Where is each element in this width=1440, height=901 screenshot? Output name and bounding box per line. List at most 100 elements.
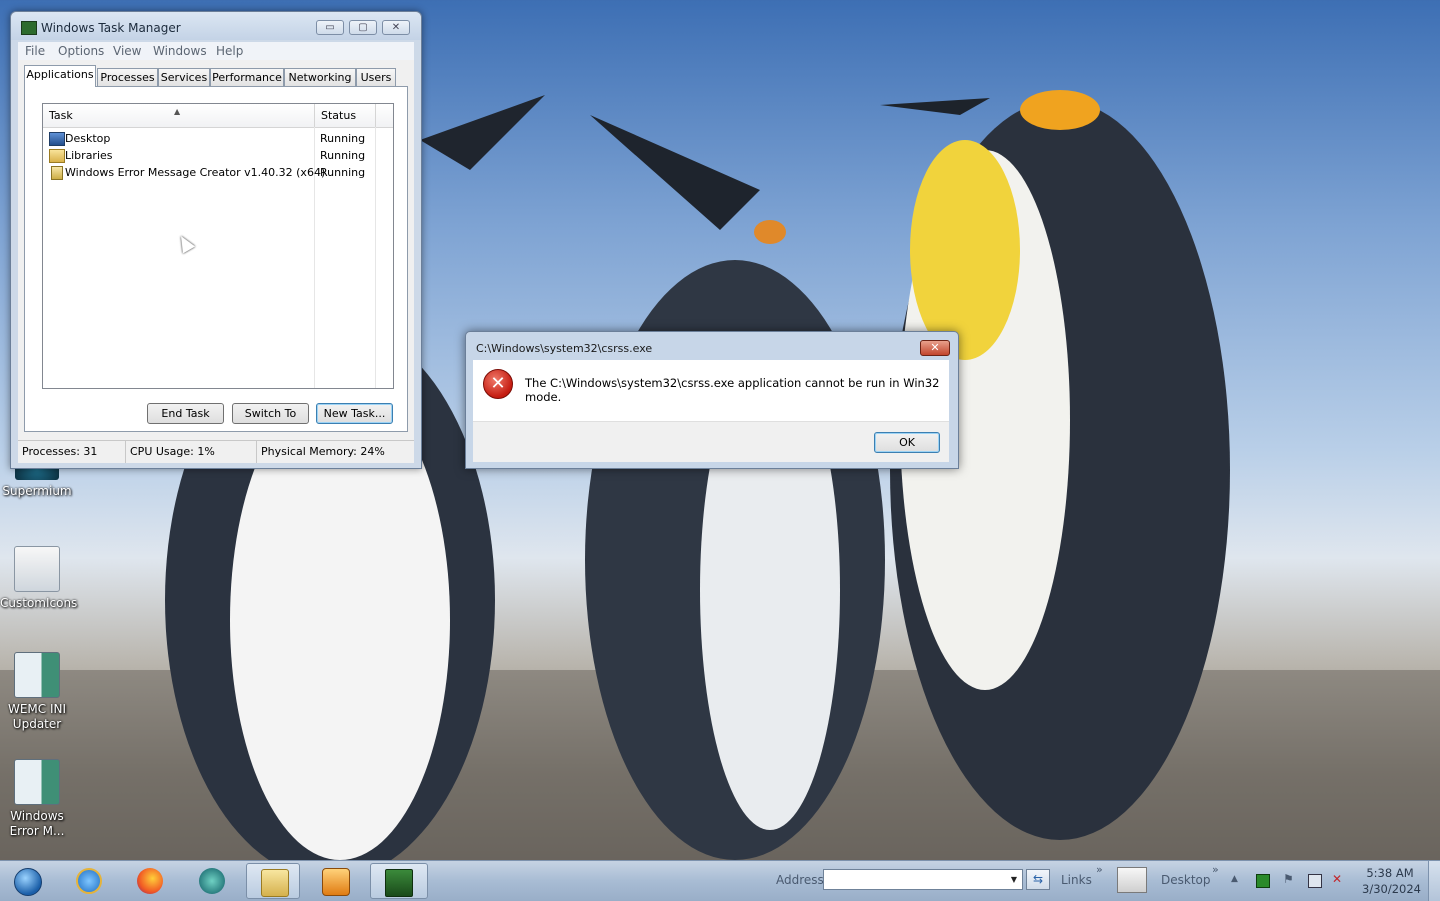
task-row-libraries[interactable]: Libraries Running <box>43 147 393 164</box>
explorer-icon <box>261 869 289 897</box>
wemc-ini-icon <box>14 652 60 698</box>
task-list[interactable]: ▲ Task Status Desktop Running Libraries … <box>42 103 394 389</box>
menu-file[interactable]: File <box>25 44 45 58</box>
dialog-footer: OK <box>473 421 949 462</box>
dialog-title: C:\Windows\system32\csrss.exe <box>476 342 653 355</box>
action-center-flag-icon[interactable]: ⚑ <box>1283 872 1294 886</box>
task-list-header: ▲ Task Status <box>43 104 393 128</box>
error-message: The C:\Windows\system32\csrss.exe applic… <box>525 376 940 404</box>
chevron-down-icon[interactable]: ▼ <box>1006 870 1022 889</box>
desktop-icon-label: CustomIcons <box>0 596 78 610</box>
start-orb-icon <box>14 868 42 896</box>
show-desktop-button[interactable] <box>1428 861 1440 901</box>
task-row-desktop[interactable]: Desktop Running <box>43 130 393 147</box>
sort-ascending-icon: ▲ <box>174 107 181 116</box>
windows-error-icon <box>14 759 60 805</box>
clock-date: 3/30/2024 <box>1362 882 1421 896</box>
tab-networking[interactable]: Networking <box>284 68 356 86</box>
network-icon[interactable] <box>1308 874 1322 888</box>
dialog-body: ✕ The C:\Windows\system32\csrss.exe appl… <box>473 360 949 421</box>
folder-icon <box>49 149 65 163</box>
error-icon: ✕ <box>483 369 513 399</box>
refresh-go-icon: ⇆ <box>1032 872 1044 886</box>
internet-explorer-icon <box>76 868 102 894</box>
address-toolbar-label: Address <box>776 873 824 887</box>
taskbar-firefox[interactable] <box>123 863 177 899</box>
task-status: Running <box>320 149 366 162</box>
column-header-status[interactable]: Status <box>315 104 376 127</box>
supermium-icon <box>199 868 225 894</box>
taskbar-task-manager[interactable] <box>370 863 428 899</box>
task-manager-titlebar[interactable]: Windows Task Manager ▭ ▢ ✕ <box>11 12 421 40</box>
column-header-task[interactable]: ▲ Task <box>43 104 315 127</box>
taskbar-clock[interactable]: 5:38 AM 3/30/2024 <box>1362 865 1421 897</box>
switch-to-button[interactable]: Switch To <box>232 403 309 424</box>
column-task-label: Task <box>49 109 73 122</box>
task-name: Windows Error Message Creator v1.40.32 (… <box>65 166 326 179</box>
column-status-label: Status <box>321 109 357 122</box>
task-row-wemc[interactable]: Windows Error Message Creator v1.40.32 (… <box>43 164 393 181</box>
desktop-icon-label: Windows Error M... <box>9 809 65 838</box>
menu-bar: File Options View Windows Help <box>18 42 414 60</box>
taskbar-media-player[interactable] <box>308 863 362 899</box>
desktop-icon-customicons[interactable]: CustomIcons <box>0 546 78 611</box>
desktop-toolbar-label[interactable]: Desktop <box>1161 873 1211 887</box>
show-hidden-icons-icon[interactable]: ▲ <box>1231 874 1238 884</box>
taskbar: Address ▼ ⇆ Links » Desktop » ▲ ⚑ ✕ 5:38… <box>0 860 1440 901</box>
links-toolbar-label[interactable]: Links <box>1061 873 1092 887</box>
menu-view[interactable]: View <box>113 44 141 58</box>
firefox-icon <box>137 868 163 894</box>
tab-performance[interactable]: Performance <box>210 68 284 86</box>
task-name: Desktop <box>65 132 111 145</box>
clock-time: 5:38 AM <box>1366 866 1414 880</box>
status-cpu-usage: CPU Usage: 1% <box>126 441 257 463</box>
status-processes: Processes: 31 <box>18 441 126 463</box>
tray-task-manager-icon[interactable] <box>1256 874 1270 888</box>
task-status: Running <box>320 132 366 145</box>
taskbar-supermium[interactable] <box>185 863 239 899</box>
task-manager-icon <box>21 21 37 35</box>
ok-button[interactable]: OK <box>874 432 940 453</box>
dialog-close-button[interactable]: ✕ <box>920 340 950 356</box>
minimize-button[interactable]: ▭ <box>316 20 344 35</box>
media-player-icon <box>322 868 350 896</box>
desktop-chevron-icon[interactable]: » <box>1212 863 1219 876</box>
task-status: Running <box>320 166 366 179</box>
status-physical-memory: Physical Memory: 24% <box>261 445 385 458</box>
tab-services[interactable]: Services <box>158 68 210 86</box>
task-name: Libraries <box>65 149 113 162</box>
error-dialog: C:\Windows\system32\csrss.exe ✕ ✕ The C:… <box>465 331 959 469</box>
close-button[interactable]: ✕ <box>382 20 410 35</box>
menu-windows[interactable]: Windows <box>153 44 207 58</box>
window-title: Windows Task Manager <box>41 21 181 35</box>
custom-icons-icon <box>14 546 60 592</box>
desktop-icon-label: WEMC INI Updater <box>7 702 67 731</box>
links-chevron-icon[interactable]: » <box>1096 863 1103 876</box>
desktop-icon-windows-error[interactable]: Windows Error M... <box>0 759 74 839</box>
penguin-middle-shape <box>585 115 885 860</box>
applications-panel: ▲ Task Status Desktop Running Libraries … <box>24 86 408 432</box>
quick-launch-notepad-icon[interactable] <box>1117 867 1147 893</box>
maximize-button[interactable]: ▢ <box>349 20 377 35</box>
tab-users[interactable]: Users <box>356 68 396 86</box>
address-go-button[interactable]: ⇆ <box>1026 869 1050 890</box>
task-manager-icon <box>385 869 413 897</box>
desktop-icon-wemc-ini-updater[interactable]: WEMC INI Updater <box>0 652 74 732</box>
menu-help[interactable]: Help <box>216 44 243 58</box>
desktop-icon-label: Supermium <box>2 484 72 498</box>
task-manager-window: Windows Task Manager ▭ ▢ ✕ File Options … <box>10 11 422 469</box>
address-input[interactable]: ▼ <box>823 869 1023 890</box>
status-bar: Processes: 31 CPU Usage: 1% Physical Mem… <box>18 440 414 463</box>
app-icon <box>51 166 63 180</box>
start-button[interactable] <box>0 863 54 899</box>
end-task-button[interactable]: End Task <box>147 403 224 424</box>
menu-options[interactable]: Options <box>58 44 104 58</box>
volume-muted-icon[interactable]: ✕ <box>1332 872 1342 886</box>
taskbar-explorer[interactable] <box>246 863 300 899</box>
desktop-icon <box>49 132 65 146</box>
taskbar-internet-explorer[interactable] <box>62 863 116 899</box>
task-manager-client: Applications Processes Services Performa… <box>18 60 414 458</box>
new-task-button[interactable]: New Task... <box>316 403 393 424</box>
tab-processes[interactable]: Processes <box>97 68 158 86</box>
tab-applications[interactable]: Applications <box>24 65 96 87</box>
